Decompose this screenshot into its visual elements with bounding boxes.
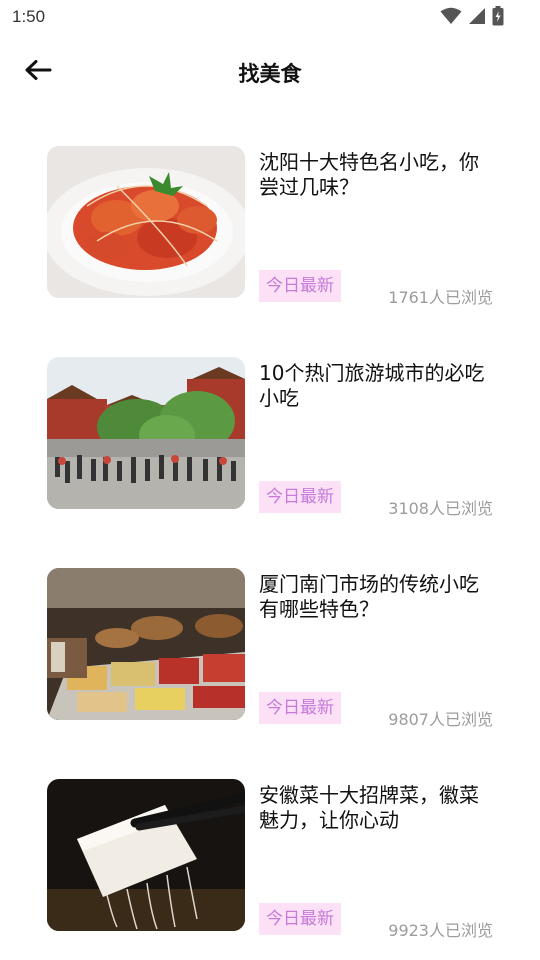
status-time: 1:50 — [12, 7, 46, 26]
view-count: 3108人已浏览 — [388, 499, 493, 518]
app-bar: 找美食 — [0, 40, 540, 104]
article-title: 10个热门旅游城市的必吃小吃 — [259, 361, 485, 410]
article-thumbnail — [47, 568, 245, 720]
article-title: 厦门南门市场的传统小吃有哪些特色？ — [259, 572, 479, 621]
battery-icon — [492, 6, 504, 26]
view-count: 1761人已浏览 — [388, 288, 493, 307]
article-card[interactable]: 10个热门旅游城市的必吃小吃 今日最新 3108人已浏览 — [47, 357, 497, 518]
view-count: 9923人已浏览 — [388, 921, 493, 940]
article-title: 沈阳十大特色名小吃，你尝过几味？ — [259, 150, 479, 199]
latest-tag: 今日最新 — [259, 903, 341, 935]
article-thumbnail — [47, 146, 245, 298]
latest-tag: 今日最新 — [259, 270, 341, 302]
article-card[interactable]: 厦门南门市场的传统小吃有哪些特色？ 今日最新 9807人已浏览 — [47, 568, 497, 729]
article-title: 安徽菜十大招牌菜，徽菜魅力，让你心动 — [259, 783, 479, 832]
page-title: 找美食 — [238, 62, 302, 86]
wifi-icon — [440, 7, 462, 25]
article-thumbnail — [47, 357, 245, 509]
article-thumbnail — [47, 779, 245, 931]
article-card[interactable]: 沈阳十大特色名小吃，你尝过几味？ 今日最新 1761人已浏览 — [47, 146, 497, 307]
signal-icon — [468, 7, 486, 25]
view-count: 9807人已浏览 — [388, 710, 493, 729]
article-card[interactable]: 安徽菜十大招牌菜，徽菜魅力，让你心动 今日最新 9923人已浏览 — [47, 779, 497, 940]
latest-tag: 今日最新 — [259, 692, 341, 724]
latest-tag: 今日最新 — [259, 481, 341, 513]
status-bar: 1:50 — [0, 0, 540, 34]
status-icons — [440, 6, 504, 26]
